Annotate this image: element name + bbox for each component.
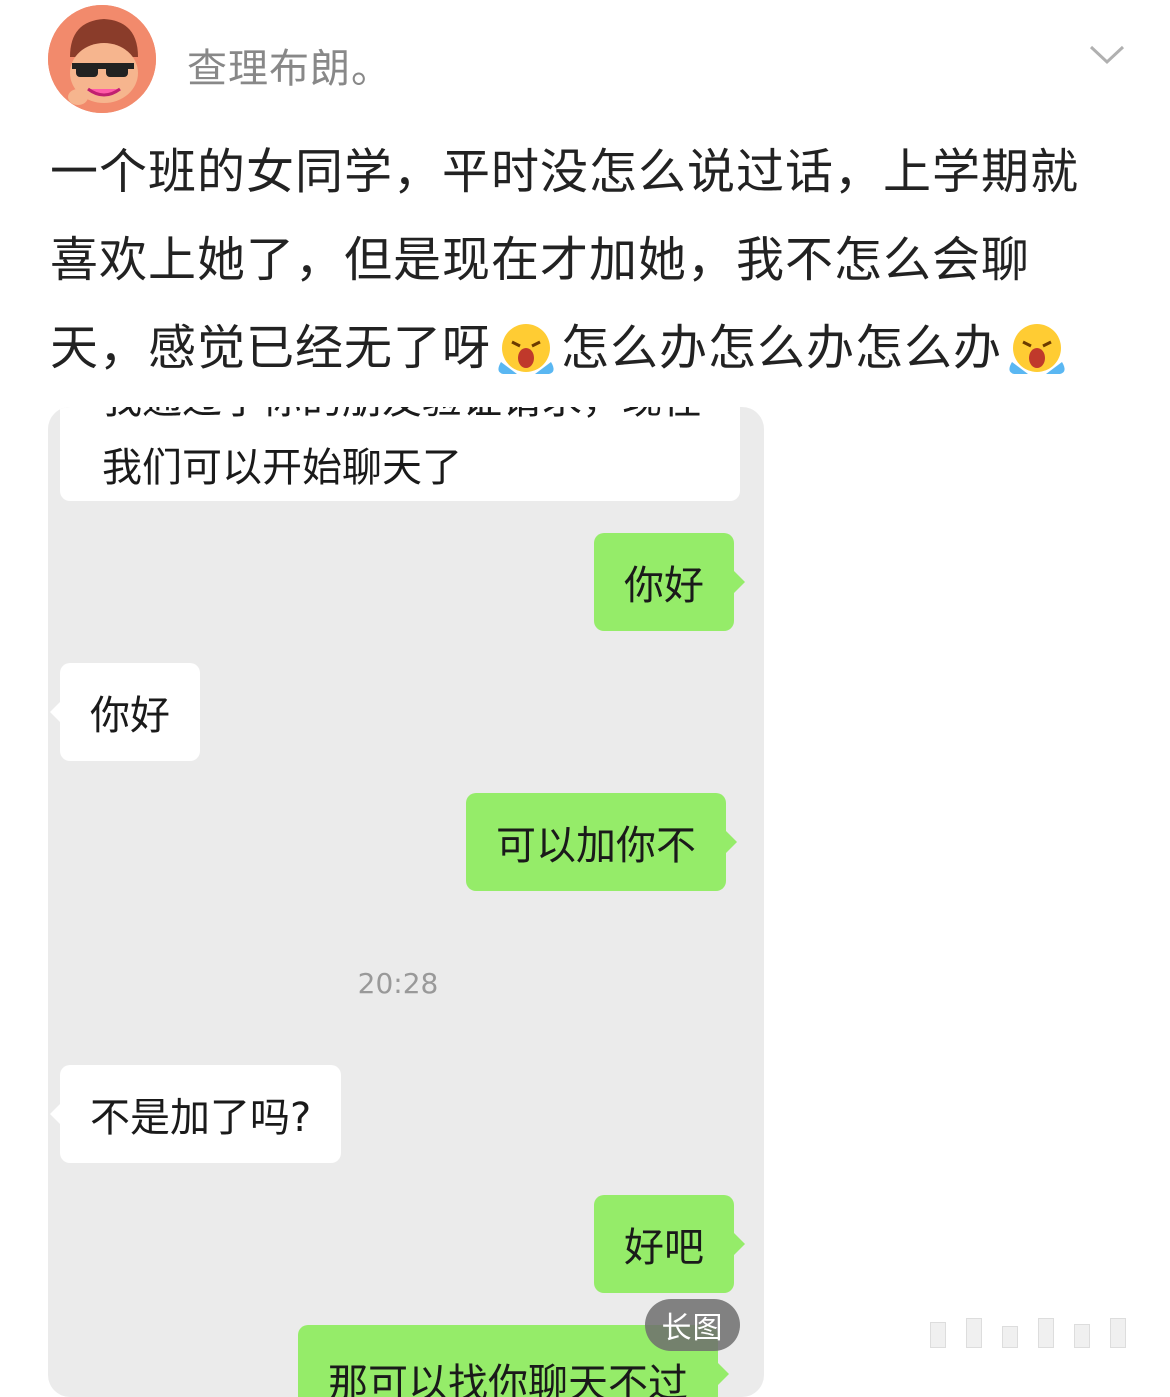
post-text-line: 天，感觉已经无了呀 怎么办怎么办怎么办 [50,304,1130,392]
loudly-crying-face-icon [1004,314,1070,374]
post-text-segment: 怎么办怎么办怎么办 [561,320,1003,376]
long-image-badge[interactable]: 长图 [645,1299,740,1351]
loudly-crying-face-icon [493,314,559,374]
avatar[interactable] [48,5,156,113]
message-bubble-sent: 你好 [594,533,745,631]
username[interactable]: 查理布朗。 [187,36,392,94]
chat-timestamp: 20:28 [357,967,439,1000]
system-message-line: 我们可以开始聊天了 [102,445,462,491]
post-text: 一个班的女同学，平时没怎么说过话，上学期就 喜欢上她了，但是现在才加她，我不怎么… [50,128,1130,392]
post-text-segment: 天，感觉已经无了呀 [50,320,492,376]
image-strip-placeholder [930,1318,1170,1348]
post-text-line: 喜欢上她了，但是现在才加她，我不怎么会聊 [50,232,1031,288]
message-bubble-received: 不是加了吗? [49,1065,342,1163]
cartoon-avatar-icon [48,5,156,113]
chat-screenshot-image[interactable]: 我通过了你的朋友验证请求，现在 我们可以开始聊天了 你好 你好 可以加你不 20… [48,407,764,1397]
system-message-cut-line: 我通过了你的朋友验证请求，现在 [102,407,702,425]
system-message-bubble: 我通过了你的朋友验证请求，现在 我们可以开始聊天了 [60,407,740,501]
message-bubble-sent: 可以加你不 [466,793,737,891]
message-bubble-sent: 好吧 [594,1195,745,1293]
post-text-line: 一个班的女同学，平时没怎么说过话，上学期就 [50,144,1080,200]
message-bubble-received: 你好 [50,663,200,761]
chevron-down-icon[interactable] [1088,42,1126,68]
